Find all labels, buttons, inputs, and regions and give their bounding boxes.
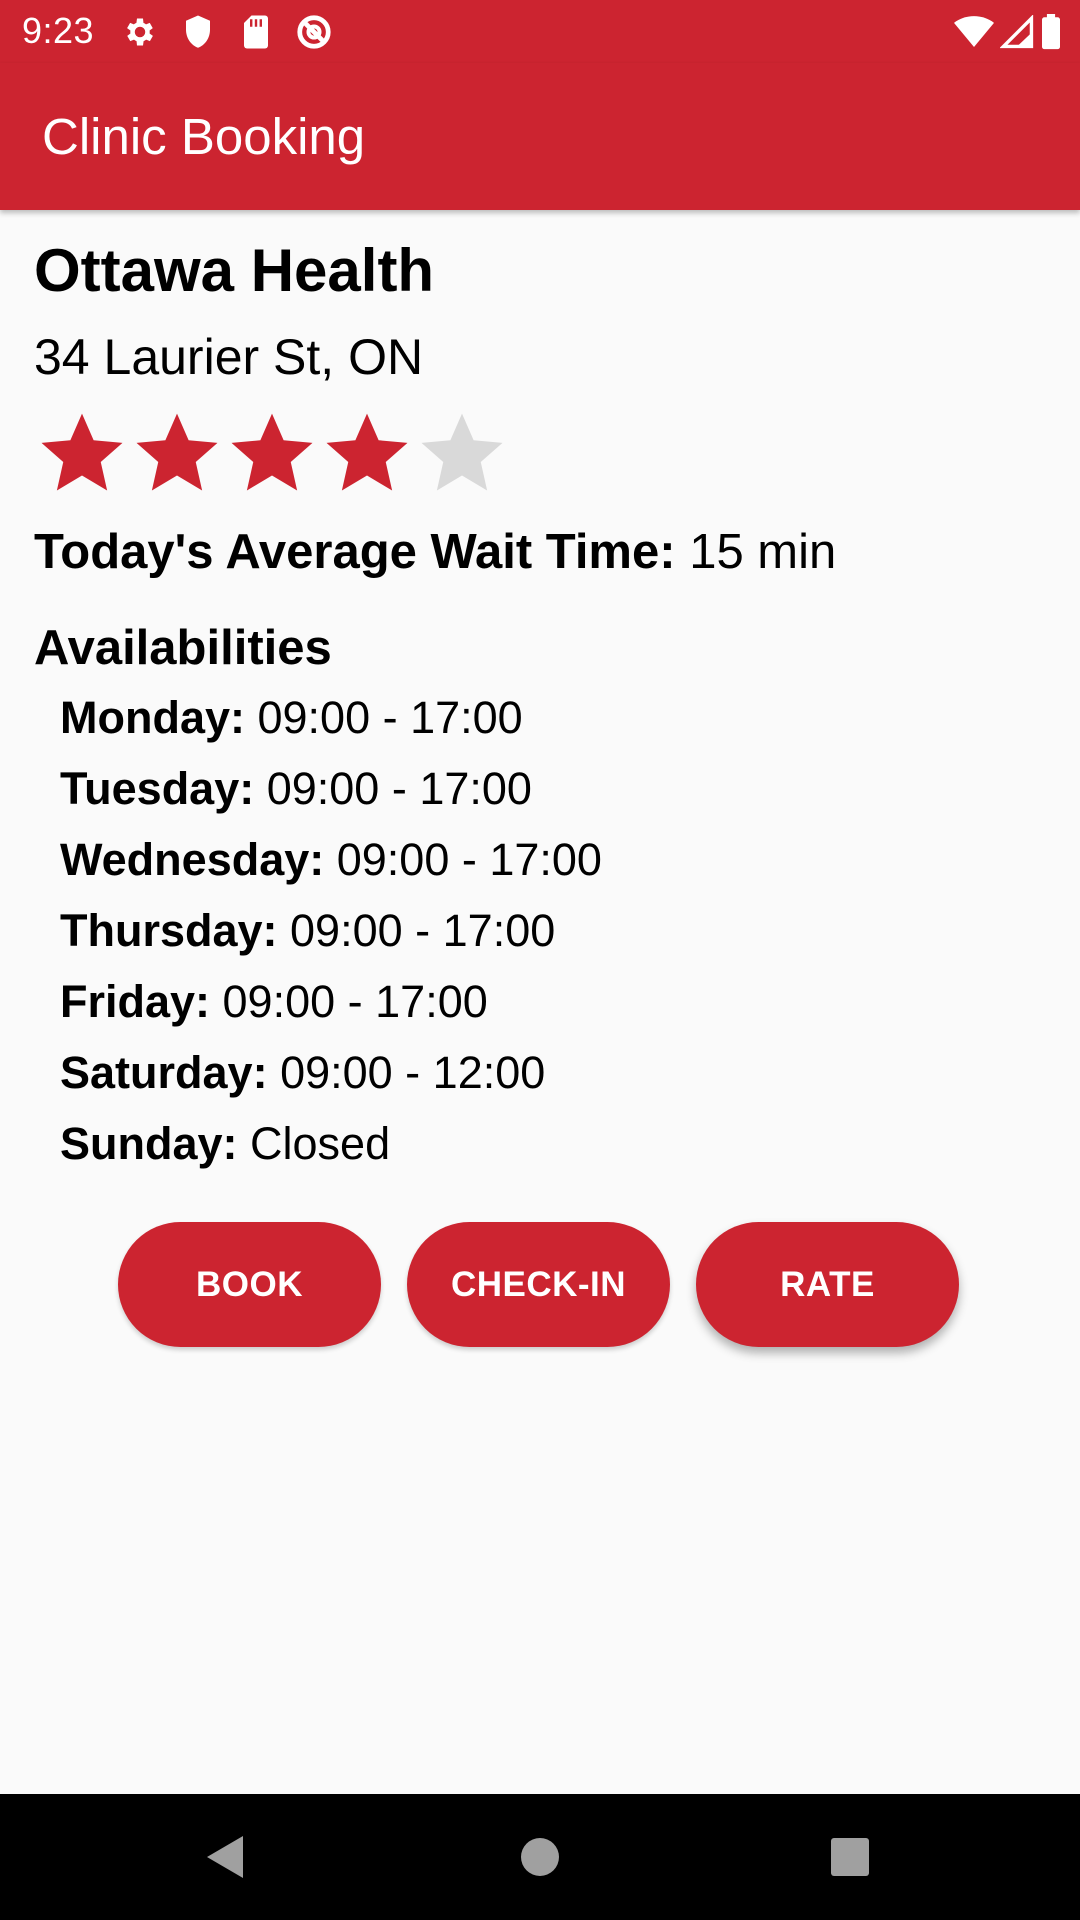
day-hours: 09:00 - 17:00 xyxy=(324,834,602,885)
day-hours: Closed xyxy=(237,1118,391,1169)
wifi-icon xyxy=(954,12,994,52)
star-rating[interactable] xyxy=(36,408,511,498)
battery-icon xyxy=(1040,12,1062,52)
hours-row-monday: Monday: 09:00 - 17:00 xyxy=(60,688,960,759)
hours-row-wednesday: Wednesday: 09:00 - 17:00 xyxy=(60,830,960,901)
app-bar: Clinic Booking xyxy=(0,63,1080,210)
wait-time-value: 15 min xyxy=(675,525,837,579)
star-empty-icon[interactable] xyxy=(416,408,508,498)
cell-signal-icon xyxy=(1000,12,1034,52)
day-label: Thursday: xyxy=(60,905,278,956)
day-hours: 09:00 - 12:00 xyxy=(267,1047,546,1098)
hours-row-thursday: Thursday: 09:00 - 17:00 xyxy=(60,901,960,972)
day-hours: 09:00 - 17:00 xyxy=(210,976,488,1027)
hours-row-saturday: Saturday: 09:00 - 12:00 xyxy=(60,1043,960,1114)
home-icon[interactable] xyxy=(480,1794,600,1920)
recents-icon[interactable] xyxy=(790,1794,910,1920)
rate-button[interactable]: RATE xyxy=(696,1222,959,1347)
book-button[interactable]: BOOK xyxy=(118,1222,381,1347)
shield-icon xyxy=(178,12,218,52)
sd-card-icon xyxy=(236,12,276,52)
star-filled-icon[interactable] xyxy=(321,408,413,498)
day-label: Sunday: xyxy=(60,1118,238,1169)
star-filled-icon[interactable] xyxy=(131,408,223,498)
star-filled-icon[interactable] xyxy=(226,408,318,498)
wait-time: Today's Average Wait Time: 15 min xyxy=(34,522,836,582)
day-label: Monday: xyxy=(60,692,245,743)
status-notification-icons xyxy=(120,12,352,52)
check-in-button[interactable]: CHECK-IN xyxy=(407,1222,670,1347)
clinic-name: Ottawa Health xyxy=(34,237,435,304)
settings-icon xyxy=(120,12,160,52)
navigation-bar xyxy=(0,1794,1080,1920)
status-system-icons xyxy=(948,12,1062,52)
hours-list: Monday: 09:00 - 17:00 Tuesday: 09:00 - 1… xyxy=(60,688,960,1185)
day-label: Saturday: xyxy=(60,1047,268,1098)
day-label: Friday: xyxy=(60,976,211,1027)
back-icon[interactable] xyxy=(165,1794,285,1920)
action-buttons: BOOK CHECK-IN RATE xyxy=(118,1222,985,1347)
star-filled-icon[interactable] xyxy=(36,408,128,498)
day-hours: 09:00 - 17:00 xyxy=(245,692,523,743)
day-hours: 09:00 - 17:00 xyxy=(254,763,532,814)
app-title: Clinic Booking xyxy=(42,108,366,165)
data-saver-icon xyxy=(294,12,334,52)
day-label: Wednesday: xyxy=(60,834,325,885)
wait-time-label: Today's Average Wait Time: xyxy=(34,525,676,579)
status-bar: 9:23 xyxy=(0,0,1080,63)
day-label: Tuesday: xyxy=(60,763,255,814)
clinic-address: 34 Laurier St, ON xyxy=(34,329,424,385)
day-hours: 09:00 - 17:00 xyxy=(277,905,556,956)
hours-row-friday: Friday: 09:00 - 17:00 xyxy=(60,972,960,1043)
hours-row-sunday: Sunday: Closed xyxy=(60,1114,960,1185)
hours-row-tuesday: Tuesday: 09:00 - 17:00 xyxy=(60,759,960,830)
status-time: 9:23 xyxy=(22,10,95,51)
availabilities-heading: Availabilities xyxy=(34,621,332,675)
